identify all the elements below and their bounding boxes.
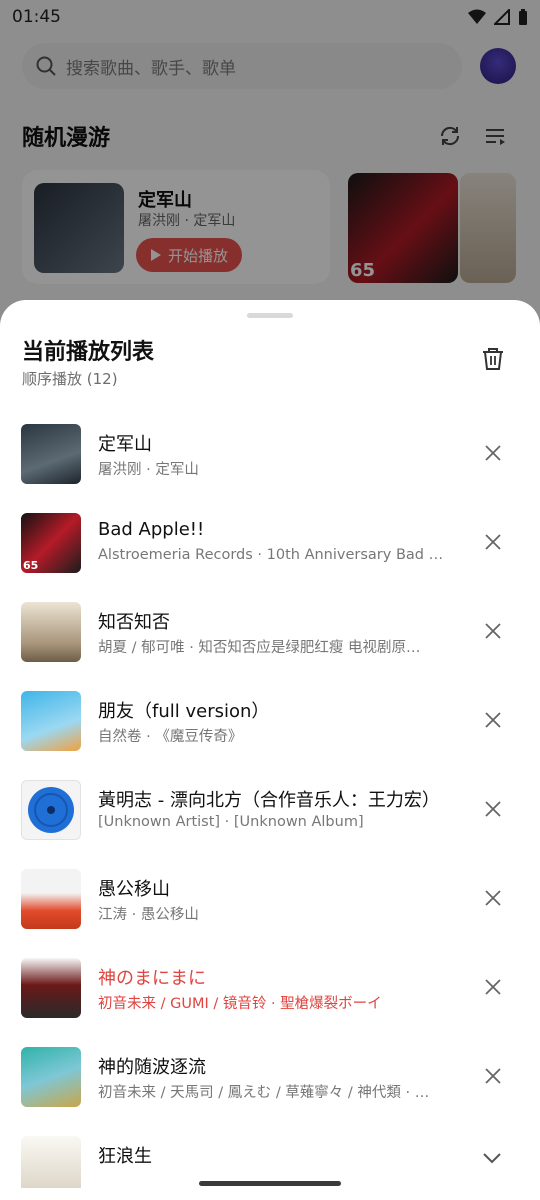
close-icon: [485, 534, 501, 550]
song-cover-image: [21, 780, 81, 840]
sheet-title: 当前播放列表: [22, 340, 155, 365]
chevron-down-icon[interactable]: [480, 1150, 504, 1166]
close-icon: [485, 712, 501, 728]
vinyl-record-icon: [28, 787, 74, 833]
song-title: 神のまにまに: [98, 968, 206, 989]
song-row-playing[interactable]: 神のまにまに 初音未来 / GUMI / 镜音铃 · 聖槍爆裂ボーイ: [0, 958, 540, 1047]
song-row[interactable]: 65 Bad Apple!! Alstroemeria Records · 10…: [0, 513, 540, 602]
song-meta: 屠洪刚 · 定军山: [98, 462, 199, 478]
song-row[interactable]: 朋友（full version） 自然卷 · 《魔豆传奇》: [0, 691, 540, 780]
song-title: 黃明志 - 漂向北方（合作音乐人：王力宏）: [98, 790, 440, 811]
remove-song-button[interactable]: [480, 529, 506, 555]
play-mode-label[interactable]: 顺序播放 (12): [22, 368, 118, 389]
close-icon: [485, 979, 501, 995]
trash-icon[interactable]: [480, 346, 506, 372]
remove-song-button[interactable]: [480, 707, 506, 733]
song-meta: 胡夏 / 郁可唯 · 知否知否应是绿肥红瘦 电视剧原…: [98, 640, 421, 656]
remove-song-button[interactable]: [480, 440, 506, 466]
song-meta: 初音未来 / 天馬司 / 鳳えむ / 草薙寧々 / 神代類 · …: [98, 1085, 430, 1101]
song-row[interactable]: 知否知否 胡夏 / 郁可唯 · 知否知否应是绿肥红瘦 电视剧原…: [0, 602, 540, 691]
drag-handle[interactable]: [247, 313, 293, 318]
remove-song-button[interactable]: [480, 1063, 506, 1089]
song-title: 朋友（full version）: [98, 701, 270, 722]
song-title: 神的随波逐流: [98, 1057, 206, 1078]
song-cover-image: [21, 958, 81, 1018]
close-icon: [485, 445, 501, 461]
close-icon: [485, 890, 501, 906]
song-meta: Alstroemeria Records · 10th Anniversary …: [98, 547, 444, 563]
song-title: 愚公移山: [98, 879, 170, 900]
song-row[interactable]: 神的随波逐流 初音未来 / 天馬司 / 鳳えむ / 草薙寧々 / 神代類 · …: [0, 1047, 540, 1136]
remove-song-button[interactable]: [480, 974, 506, 1000]
song-cover-image: [21, 602, 81, 662]
song-meta: 自然卷 · 《魔豆传奇》: [98, 729, 243, 745]
song-cover-image: [21, 869, 81, 929]
song-cover-image: [21, 424, 81, 484]
cover-badge: 65: [23, 559, 39, 572]
song-cover-image: [21, 1047, 81, 1107]
song-cover-image: [21, 1136, 81, 1188]
song-meta: 初音未来 / GUMI / 镜音铃 · 聖槍爆裂ボーイ: [98, 996, 382, 1012]
close-icon: [485, 801, 501, 817]
song-meta: 江涛 · 愚公移山: [98, 907, 199, 923]
remove-song-button[interactable]: [480, 796, 506, 822]
song-meta: [Unknown Artist] · [Unknown Album]: [98, 814, 364, 830]
remove-song-button[interactable]: [480, 618, 506, 644]
song-row[interactable]: 黃明志 - 漂向北方（合作音乐人：王力宏） [Unknown Artist] ·…: [0, 780, 540, 869]
song-title: Bad Apple!!: [98, 519, 205, 540]
song-title: 定军山: [98, 434, 152, 455]
remove-song-button[interactable]: [480, 885, 506, 911]
song-row[interactable]: 定军山 屠洪刚 · 定军山: [0, 424, 540, 513]
song-cover-image: [21, 691, 81, 751]
song-row[interactable]: 愚公移山 江涛 · 愚公移山: [0, 869, 540, 958]
gesture-bar[interactable]: [199, 1181, 341, 1186]
playlist-sheet: 当前播放列表 顺序播放 (12) 定军山 屠洪刚 · 定军山 65 Bad Ap…: [0, 300, 540, 1200]
close-icon: [485, 623, 501, 639]
song-title: 知否知否: [98, 612, 170, 633]
close-icon: [485, 1068, 501, 1084]
song-title: 狂浪生: [98, 1146, 152, 1167]
song-cover-image: 65: [21, 513, 81, 573]
